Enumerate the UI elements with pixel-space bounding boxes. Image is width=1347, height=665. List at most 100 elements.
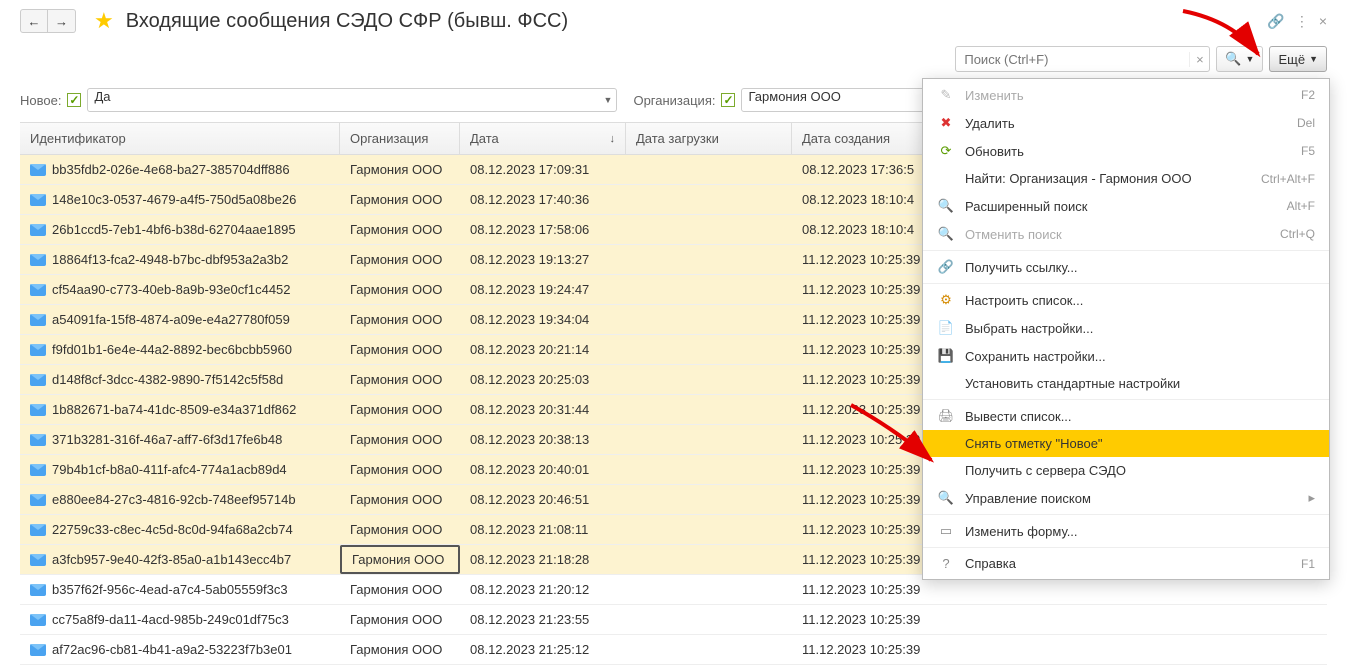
menu-item: ✎ИзменитьF2 [923, 81, 1329, 109]
message-icon [30, 524, 46, 536]
cell-dz [626, 575, 792, 604]
dropdown-icon[interactable]: ▼ [604, 95, 613, 105]
col-dz[interactable]: Дата загрузки [626, 123, 792, 154]
cell-date: 08.12.2023 21:20:12 [460, 575, 626, 604]
page-title: Входящие сообщения СЭДО СФР (бывш. ФСС) [126, 10, 568, 33]
menu-item[interactable]: Получить с сервера СЭДО [923, 457, 1329, 484]
search-box[interactable]: × [955, 46, 1210, 72]
close-icon[interactable]: × [1319, 13, 1327, 29]
search-icon: 🔍 [937, 198, 955, 214]
col-date[interactable]: Дата↓ [460, 123, 626, 154]
menu-item[interactable]: ✖УдалитьDel [923, 109, 1329, 137]
magnifier-icon: 🔍 [1225, 51, 1241, 67]
menu-item[interactable]: 🔍Расширенный поискAlt+F [923, 192, 1329, 220]
cell-id: bb35fdb2-026e-4e68-ba27-385704dff886 [52, 162, 290, 177]
cell-id: cf54aa90-c773-40eb-8a9b-93e0cf1c4452 [52, 282, 291, 297]
favorite-star-icon[interactable]: ★ [94, 8, 114, 34]
cell-dc: 11.12.2023 10:25:39 [792, 365, 942, 394]
cell-id: d148f8cf-3dcc-4382-9890-7f5142c5f58d [52, 372, 283, 387]
cell-org: Гармония ООО [340, 485, 460, 514]
cell-id: 371b3281-316f-46a7-aff7-6f3d17fe6b48 [52, 432, 282, 447]
cell-org: Гармония ООО [340, 275, 460, 304]
save-icon: 💾 [937, 348, 955, 364]
menu-item[interactable]: ⚙Настроить список... [923, 286, 1329, 314]
cell-date: 08.12.2023 20:38:13 [460, 425, 626, 454]
link-icon: 🔗 [937, 259, 955, 275]
menu-item[interactable]: 📄Выбрать настройки... [923, 314, 1329, 342]
menu-shortcut: Ctrl+Q [1280, 227, 1315, 241]
cell-org: Гармония ООО [340, 545, 460, 574]
filter-org-label: Организация: [633, 93, 715, 108]
cell-date: 08.12.2023 20:31:44 [460, 395, 626, 424]
table-row[interactable]: af72ac96-cb81-4b41-a9a2-53223f7b3e01Гарм… [20, 635, 1327, 665]
gear-icon: ⚙ [937, 292, 955, 308]
menu-item[interactable]: 💾 Сохранить настройки... [923, 342, 1329, 370]
cell-id: cc75a8f9-da11-4acd-985b-249c01df75c3 [52, 612, 289, 627]
message-icon [30, 464, 46, 476]
cell-dc: 11.12.2023 10:25:39 [792, 605, 942, 634]
help-icon: ? [937, 556, 955, 571]
cell-org: Гармония ООО [340, 365, 460, 394]
menu-shortcut: Del [1297, 116, 1315, 130]
search-icon: 🔍 [937, 490, 955, 506]
cell-dc: 11.12.2023 10:25:39 [792, 305, 942, 334]
kebab-menu-icon[interactable]: ⋮ [1295, 13, 1309, 30]
filter-novoe-checkbox[interactable]: ✓ [67, 93, 81, 107]
cell-org: Гармония ООО [340, 605, 460, 634]
cell-org: Гармония ООО [340, 635, 460, 664]
cell-dc: 11.12.2023 10:25:39 [792, 455, 942, 484]
link-icon[interactable]: 🔗 [1267, 13, 1284, 30]
nav-forward-button[interactable]: → [48, 9, 76, 33]
cell-dz [626, 365, 792, 394]
table-row[interactable]: cc75a8f9-da11-4acd-985b-249c01df75c3 Гарм… [20, 605, 1327, 635]
cell-dc: 11.12.2023 10:25:39 [792, 485, 942, 514]
menu-item-label: Вывести список... [965, 409, 1072, 424]
menu-item[interactable]: ⟳ОбновитьF5 [923, 137, 1329, 165]
nav-back-button[interactable]: ← [20, 9, 48, 33]
menu-separator [923, 283, 1329, 284]
menu-item-label: Установить стандартные настройки [965, 376, 1180, 391]
cell-date: 08.12.2023 17:58:06 [460, 215, 626, 244]
cell-dz [626, 215, 792, 244]
menu-item[interactable]: 🔍Управление поиском▸ [923, 484, 1329, 512]
cell-dc: 11.12.2023 10:25:39 [792, 545, 942, 574]
col-id[interactable]: Идентификатор [20, 123, 340, 154]
cell-id: 148e10c3-0537-4679-a4f5-750d5a08be26 [52, 192, 296, 207]
filter-novoe-input[interactable]: Да ▼ [87, 88, 617, 112]
cell-dz [626, 545, 792, 574]
message-icon [30, 494, 46, 506]
menu-item-label: Сохранить настройки... [965, 349, 1106, 364]
menu-item-label: Выбрать настройки... [965, 321, 1093, 336]
cell-dz [626, 635, 792, 664]
menu-item[interactable]: ?СправкаF1 [923, 550, 1329, 577]
filter-org-checkbox[interactable]: ✓ [721, 93, 735, 107]
menu-item-label: Найти: Организация - Гармония ООО [965, 171, 1192, 186]
filter-novoe-value: Да [94, 89, 110, 104]
menu-shortcut: F2 [1301, 88, 1315, 102]
menu-item-label: Изменить форму... [965, 524, 1078, 539]
col-dc[interactable]: Дата создания [792, 123, 942, 154]
cell-dz [626, 395, 792, 424]
search-button[interactable]: 🔍 ▼ [1216, 46, 1263, 72]
cell-dz [626, 485, 792, 514]
cell-date: 08.12.2023 19:24:47 [460, 275, 626, 304]
more-button[interactable]: Ещё ▼ [1269, 46, 1327, 72]
filter-novoe-label: Новое: [20, 93, 61, 108]
menu-item[interactable]: ▭Изменить форму... [923, 517, 1329, 545]
message-icon [30, 374, 46, 386]
more-label: Ещё [1278, 52, 1305, 67]
menu-item-label: Получить ссылку... [965, 260, 1078, 275]
cell-dz [626, 515, 792, 544]
search-clear-button[interactable]: × [1189, 52, 1209, 67]
search-input[interactable] [956, 52, 1189, 67]
menu-item[interactable]: 🖨Вывести список... [923, 402, 1329, 430]
menu-item[interactable]: Установить стандартные настройки [923, 370, 1329, 397]
menu-item[interactable]: Найти: Организация - Гармония ОООCtrl+Al… [923, 165, 1329, 192]
col-org[interactable]: Организация [340, 123, 460, 154]
menu-item[interactable]: 🔗 Получить ссылку... [923, 253, 1329, 281]
cell-dz [626, 185, 792, 214]
menu-item[interactable]: Снять отметку "Новое" [923, 430, 1329, 457]
menu-item-label: Расширенный поиск [965, 199, 1087, 214]
cell-dc: 11.12.2023 10:25:39 [792, 635, 942, 664]
cell-org: Гармония ООО [340, 155, 460, 184]
